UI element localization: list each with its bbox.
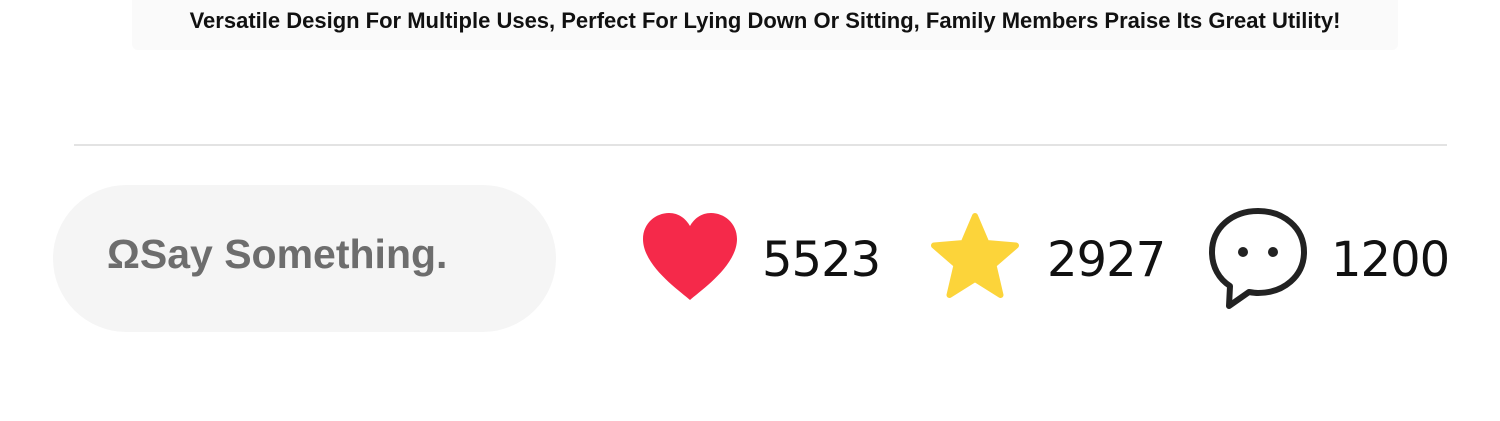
divider — [74, 144, 1447, 146]
heart-icon — [643, 213, 737, 300]
comment-count: 1200 — [1331, 232, 1450, 288]
product-caption: Versatile Design For Multiple Uses, Perf… — [132, 0, 1398, 50]
comment-input-placeholder: ΩSay Something. — [107, 231, 448, 277]
caption-text: Versatile Design For Multiple Uses, Perf… — [189, 8, 1341, 33]
favorite-button[interactable]: 2927 — [925, 203, 1166, 313]
comment-button[interactable]: 1200 — [1207, 203, 1450, 313]
speech-bubble-icon — [1209, 208, 1307, 309]
star-icon — [931, 213, 1019, 298]
comment-input[interactable]: ΩSay Something. — [53, 185, 556, 332]
like-count: 5523 — [762, 232, 881, 288]
like-button[interactable]: 5523 — [640, 203, 881, 313]
favorite-count: 2927 — [1047, 232, 1166, 288]
